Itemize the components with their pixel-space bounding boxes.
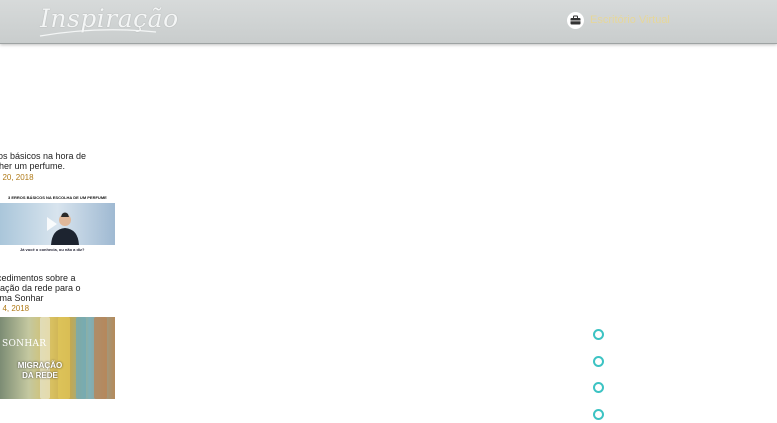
top-header: Inspiração Escritório Virtual bbox=[0, 0, 777, 44]
thumbnail-caption-line: MIGRAÇÃO bbox=[17, 361, 63, 370]
logo-swoosh-icon bbox=[39, 29, 157, 37]
virtual-office-label: Escritório Virtual bbox=[590, 14, 670, 26]
post-title-line: ocedimentos sobre a bbox=[0, 273, 76, 283]
post-title-line: olher um perfume. bbox=[0, 161, 66, 171]
thumbnail-top-band: 3 ERROS BÁSICOS NA ESCOLHA DE UM PERFUME bbox=[0, 185, 115, 203]
post-title-line: rros básicos na hora de bbox=[0, 151, 87, 161]
slider-dot[interactable] bbox=[593, 382, 604, 393]
bottle-shape bbox=[76, 317, 86, 399]
thumbnail-brand: SONHAR bbox=[2, 339, 47, 349]
bottle-shape bbox=[94, 317, 107, 399]
virtual-office-link[interactable]: Escritório Virtual bbox=[567, 11, 670, 29]
bottle-shape bbox=[58, 317, 70, 399]
post-date: ril 20, 2018 bbox=[0, 173, 34, 182]
post-title[interactable]: ocedimentos sobre a gração da rede para … bbox=[0, 273, 104, 303]
slider-dot[interactable] bbox=[593, 329, 604, 340]
thumbnail-caption: MIGRAÇÃO DA REDE bbox=[10, 361, 70, 381]
post-title[interactable]: rros básicos na hora de olher um perfume… bbox=[0, 151, 104, 171]
briefcase-icon bbox=[567, 11, 584, 29]
play-icon[interactable] bbox=[47, 217, 57, 231]
slider-dot[interactable] bbox=[593, 356, 604, 367]
thumbnail-caption-line: DA REDE bbox=[22, 371, 58, 380]
post-title-line: gração da rede para o bbox=[0, 283, 81, 293]
thumbnail-bottom-text: Já você o conhecia, ou não a diz? bbox=[20, 247, 85, 252]
post-title-line: tema Sonhar bbox=[0, 293, 44, 303]
post-date: ril 4, 2018 bbox=[0, 304, 30, 313]
bottle-shape bbox=[40, 317, 50, 399]
post-thumbnail-video[interactable]: 3 ERROS BÁSICOS NA ESCOLHA DE UM PERFUME… bbox=[0, 185, 115, 257]
slider-dot[interactable] bbox=[593, 409, 604, 420]
thumbnail-bottom-band: Já você o conhecia, ou não a diz? bbox=[0, 245, 115, 257]
post-thumbnail-image[interactable]: SONHAR MIGRAÇÃO DA REDE bbox=[0, 317, 115, 399]
thumbnail-top-text: 3 ERROS BÁSICOS NA ESCOLHA DE UM PERFUME bbox=[8, 195, 107, 200]
